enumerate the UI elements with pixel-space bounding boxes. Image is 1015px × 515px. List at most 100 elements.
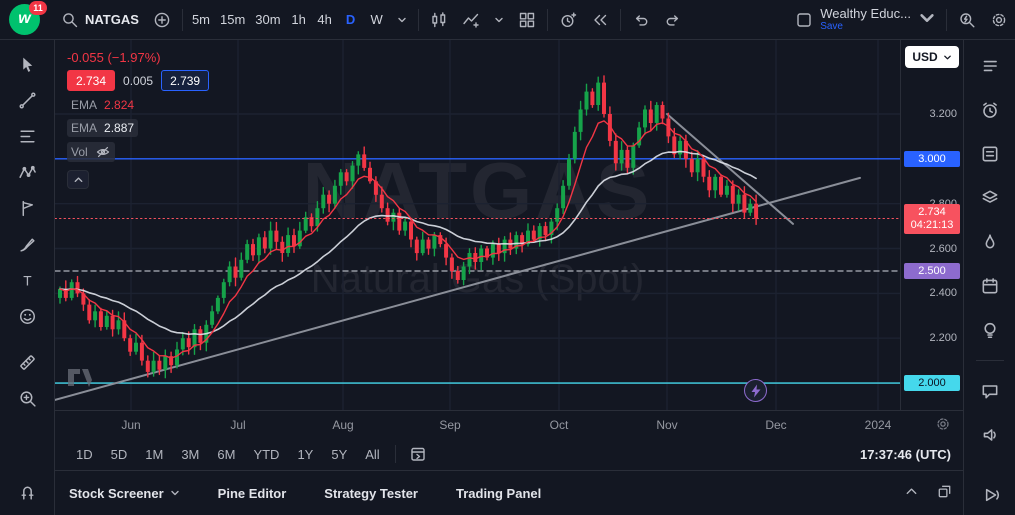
- data-window-button[interactable]: [976, 184, 1004, 212]
- chat-button[interactable]: [976, 377, 1004, 405]
- volume-row[interactable]: Vol: [67, 142, 115, 162]
- quick-search-button[interactable]: [951, 5, 983, 35]
- legend-collapse-button[interactable]: [67, 170, 89, 189]
- timeframe-4h[interactable]: 4h: [312, 6, 338, 34]
- price-level-badge-blue[interactable]: 3.000: [904, 151, 960, 167]
- axis-settings-button[interactable]: [935, 416, 951, 435]
- footer-tab-strategy-tester[interactable]: Strategy Tester: [324, 486, 418, 501]
- save-button[interactable]: Save: [820, 21, 843, 32]
- collapse-panel-button[interactable]: [903, 483, 920, 503]
- measure-tool-button[interactable]: [13, 348, 41, 376]
- range-5d[interactable]: 5D: [104, 444, 135, 465]
- footer-tab-stock-screener[interactable]: Stock Screener: [69, 486, 180, 501]
- sell-price-button[interactable]: 2.734: [67, 70, 115, 91]
- pattern-tool-button[interactable]: [13, 158, 41, 186]
- timeframe-5m[interactable]: 5m: [187, 6, 215, 34]
- trendline-tool-button[interactable]: [13, 86, 41, 114]
- goto-date-button[interactable]: [404, 440, 432, 468]
- price-axis[interactable]: USD 3.2003.0002.8002.6002.5002.4002.2002…: [900, 40, 963, 410]
- watchlist-button[interactable]: [976, 52, 1004, 80]
- range-1m[interactable]: 1M: [138, 444, 170, 465]
- timeframe-1h[interactable]: 1h: [286, 6, 312, 34]
- range-6m[interactable]: 6M: [210, 444, 242, 465]
- live-streams-button[interactable]: [976, 481, 1004, 509]
- interval-menu-chevron[interactable]: [390, 5, 414, 35]
- right-sidebar: [963, 40, 1015, 515]
- alerts-button[interactable]: [976, 96, 1004, 124]
- clock-label[interactable]: 17:37:46 (UTC): [860, 447, 951, 462]
- watchlist-icon: [980, 56, 1000, 76]
- forecast-flag-icon: [18, 199, 37, 218]
- last-price-badge[interactable]: 2.73404:21:13: [904, 204, 960, 234]
- time-axis[interactable]: JunJulAugSepOctNovDec2024: [55, 410, 963, 438]
- buy-price-button[interactable]: 2.739: [161, 70, 209, 91]
- price-level-badge-purple[interactable]: 2.500: [904, 263, 960, 279]
- tradingview-watermark-logo[interactable]: [67, 368, 97, 391]
- rewind-icon: [591, 11, 609, 29]
- sidebar-divider: [976, 360, 1004, 361]
- expand-panel-button[interactable]: [936, 483, 953, 503]
- toolbar-divider: [946, 9, 947, 31]
- zoom-tool-button[interactable]: [13, 384, 41, 412]
- range-1d[interactable]: 1D: [69, 444, 100, 465]
- text-icon: T: [18, 271, 37, 290]
- footer-tab-trading-panel[interactable]: Trading Panel: [456, 486, 541, 501]
- layout-menu-button[interactable]: Wealthy Educ... Save: [789, 0, 942, 40]
- footer-tab-pine-editor[interactable]: Pine Editor: [218, 486, 287, 501]
- bar-replay-marker[interactable]: [744, 379, 767, 402]
- plus-circle-icon: [153, 11, 171, 29]
- calendar-button[interactable]: [976, 272, 1004, 300]
- cursor-tool-button[interactable]: [13, 50, 41, 78]
- chart-style-button[interactable]: [423, 5, 455, 35]
- streams-button[interactable]: [976, 421, 1004, 449]
- range-3m[interactable]: 3M: [174, 444, 206, 465]
- range-all[interactable]: All: [358, 444, 386, 465]
- indicators-menu-chevron[interactable]: [487, 5, 511, 35]
- price-tick: 2.600: [929, 243, 957, 255]
- eye-off-icon[interactable]: [95, 144, 111, 160]
- settings-button[interactable]: [983, 5, 1015, 35]
- compare-add-button[interactable]: [146, 5, 178, 35]
- redo-icon: [664, 11, 682, 29]
- hotlist-button[interactable]: [976, 228, 1004, 256]
- flame-icon: [980, 232, 1000, 252]
- calendar-icon: [980, 276, 1000, 296]
- emoji-tool-button[interactable]: [13, 302, 41, 330]
- range-1y[interactable]: 1Y: [290, 444, 320, 465]
- layout-menu-chevron[interactable]: [918, 9, 936, 30]
- layers-icon: [980, 188, 1000, 208]
- range-ytd[interactable]: YTD: [246, 444, 286, 465]
- fib-tool-button[interactable]: [13, 122, 41, 150]
- bar-replay-button[interactable]: [584, 5, 616, 35]
- toolbar-divider: [418, 9, 419, 31]
- undo-button[interactable]: [625, 5, 657, 35]
- multichart-layout-button[interactable]: [511, 5, 543, 35]
- currency-selector[interactable]: USD: [905, 46, 959, 68]
- timeframe-30m[interactable]: 30m: [250, 6, 285, 34]
- ema-row-2[interactable]: EMA 2.887: [67, 119, 138, 137]
- ema-row-1[interactable]: EMA 2.824: [67, 96, 138, 114]
- indicators-button[interactable]: [455, 5, 487, 35]
- screener-menu-chevron[interactable]: [170, 486, 180, 501]
- time-label: Aug: [332, 418, 353, 432]
- bottom-panel-bar: Stock Screener Pine Editor Strategy Test…: [55, 471, 963, 515]
- forecast-tool-button[interactable]: [13, 194, 41, 222]
- gear-icon: [990, 11, 1008, 29]
- symbol-search-button[interactable]: NATGAS: [54, 5, 146, 35]
- ideas-button[interactable]: [976, 316, 1004, 344]
- brush-tool-button[interactable]: [13, 230, 41, 258]
- top-toolbar: w 11 NATGAS 5m 15m 30m 1h 4h D W: [0, 0, 1015, 40]
- timeframe-15m[interactable]: 15m: [215, 6, 250, 34]
- news-button[interactable]: [976, 140, 1004, 168]
- timeframe-1w[interactable]: W: [364, 6, 390, 34]
- price-level-badge-cyan[interactable]: 2.000: [904, 375, 960, 391]
- app-logo[interactable]: w 11: [0, 0, 54, 40]
- notification-badge[interactable]: 11: [29, 1, 47, 15]
- redo-button[interactable]: [657, 5, 689, 35]
- create-alert-button[interactable]: [552, 5, 584, 35]
- range-5y[interactable]: 5Y: [324, 444, 354, 465]
- magnet-tool-button[interactable]: [13, 477, 41, 505]
- timeframe-1d[interactable]: D: [338, 6, 364, 34]
- search-icon: [61, 11, 79, 29]
- text-tool-button[interactable]: T: [13, 266, 41, 294]
